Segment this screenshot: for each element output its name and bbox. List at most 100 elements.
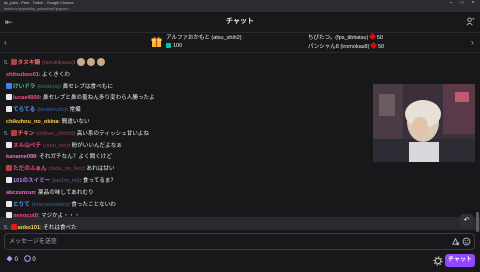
channel-points-icon <box>23 255 31 262</box>
message-text: : あれは甘い <box>83 166 115 173</box>
message-login[interactable]: (nuru_bei) <box>43 143 69 149</box>
message-text: : 鼻セレブは食べもに <box>59 83 113 90</box>
message-username[interactable]: ヌル山ペチ <box>13 143 41 149</box>
user-badge-icon[interactable] <box>10 129 17 136</box>
close-icon[interactable]: × <box>468 0 478 6</box>
gifter-count: 100 <box>166 42 182 50</box>
emote-picker-icon[interactable] <box>462 237 471 246</box>
maximize-icon[interactable]: □ <box>457 0 467 6</box>
user-badge-icon[interactable] <box>6 165 12 172</box>
user-badge-icon[interactable] <box>10 224 17 231</box>
webcam-overlay <box>373 84 475 162</box>
message-text: : 鼻セレブと鼻の羞ねん多り変わら人勝ったよ <box>39 95 155 102</box>
message-text: : 粉がいいんだよなぁ <box>68 142 122 149</box>
chat-footer: 0 0 チャット <box>0 251 480 272</box>
chevron-right-icon[interactable]: › <box>471 38 474 47</box>
message-username[interactable]: chikuhou_no_okina <box>6 119 59 125</box>
users-icon[interactable] <box>466 17 475 26</box>
message-username[interactable]: abczunzun <box>6 190 35 196</box>
message-login[interactable]: (chiken_chichi) <box>36 131 73 137</box>
gift-gem-icon <box>368 32 376 41</box>
message-text: : <box>73 60 76 66</box>
message-login[interactable]: (teraterudo) <box>37 107 66 113</box>
message-username[interactable]: チキン <box>18 131 35 137</box>
chat-input[interactable] <box>9 234 449 249</box>
message-text: : それガチなん？よく聞くけど <box>36 154 112 161</box>
gift-icon <box>151 36 162 47</box>
message-login[interactable]: (tanukikawa) <box>42 60 74 66</box>
message-text: : 食ってるま？ <box>79 178 117 184</box>
minimize-icon[interactable]: – <box>446 0 456 6</box>
chat-message: 5. タヌキ鍋 (tanukikawa): <box>4 58 106 68</box>
chat-message: kaname098: それガチなん？よく聞くけど <box>4 152 112 162</box>
message-text: : マジかよ・・・ <box>37 213 80 220</box>
message-username[interactable]: kaname098 <box>6 154 36 160</box>
user-badge-icon[interactable] <box>10 59 17 65</box>
gifter-name[interactable]: パンシャん8 (iromokas8) 50 <box>308 41 384 52</box>
bits-cheer-icon[interactable] <box>451 237 460 246</box>
chat-message: chikuhou_no_okina: 間違いない <box>4 117 90 127</box>
message-text: : 食ったことないわ <box>68 201 116 208</box>
user-badge-icon[interactable] <box>6 106 12 113</box>
message-username[interactable]: ただのふぁん <box>13 166 47 172</box>
message-username[interactable]: てらてる <box>13 107 35 113</box>
chat-message: 5. anko101: それは食べた <box>4 223 77 233</box>
chat-input-box <box>4 233 475 250</box>
message-username[interactable]: shitsuboo01 <box>6 72 39 78</box>
message-login[interactable]: (keidora) <box>37 84 59 90</box>
emote-icon[interactable] <box>77 58 86 66</box>
message-username[interactable]: けいドラ <box>13 84 35 90</box>
chat-message: てらてる (teraterudo): 常備 <box>4 105 81 115</box>
message-text: : それは食べた <box>40 225 77 232</box>
chat-message: 101のスイミー (sw1m_mi): 食ってるま？ <box>4 176 116 186</box>
chat-title: チャット <box>226 18 254 25</box>
streamer-webcam-image <box>373 84 475 162</box>
chat-message: nenocut0: マジかよ・・・ <box>4 211 80 221</box>
message-login[interactable]: (tada_no_fan) <box>49 166 84 172</box>
chat-message: abczunzun: 薬品の味してあれむり <box>4 188 94 198</box>
message-username[interactable]: lucas4000 <box>13 95 40 101</box>
message-prefix: 5. <box>4 130 9 137</box>
message-login[interactable]: (sw1m_mi) <box>52 178 79 184</box>
chevron-left-icon[interactable]: ‹ <box>4 38 7 47</box>
chat-message: けいドラ (keidora): 鼻セレブは食べもに <box>4 82 113 92</box>
user-badge-icon[interactable] <box>6 177 12 183</box>
chat-message: 5. チキン (chiken_chichi): 高い系のティッシュ甘いよね <box>4 129 149 139</box>
bits-icon <box>6 255 13 262</box>
message-prefix: 5. <box>4 225 9 232</box>
chat-message: lucas4000: 鼻セレブと鼻の羞ねん多り変わら人勝ったよ <box>4 93 155 103</box>
user-badge-icon[interactable] <box>6 212 12 219</box>
gift-leaderboard: ‹ › アルファおかもと (atsu_shih2) 100 ちびたつ。(fps_… <box>0 32 480 53</box>
browser-titlebar: ky_yuko - Peer - Twitch - Google Chrome … <box>0 0 480 12</box>
user-badge-icon[interactable] <box>6 94 12 101</box>
points-bits-summary[interactable]: 0 0 <box>6 255 36 265</box>
message-username[interactable]: nenocut0 <box>13 213 38 219</box>
message-username[interactable]: タヌキ鍋 <box>18 60 40 66</box>
chat-message: ただのふぁん (tada_no_fan): あれは甘い <box>4 164 115 174</box>
chat-scrollbar[interactable] <box>476 54 479 230</box>
user-badge-icon[interactable] <box>6 200 12 207</box>
user-badge-icon[interactable] <box>6 141 12 148</box>
chat-message: とりて (toteramodoin): 食ったことないわ <box>4 200 116 210</box>
message-text: : 間違いない <box>58 119 90 125</box>
chat-message: ヌル山ペチ (nuru_bei): 粉がいいんだよなぁ <box>4 141 122 151</box>
sub-gift-icon <box>166 42 171 48</box>
message-login[interactable]: (toteramodoin) <box>32 202 68 208</box>
emote-icon[interactable] <box>87 58 96 66</box>
chat-header: ⇤ チャット <box>0 12 480 33</box>
reply-icon[interactable]: ↶ <box>460 214 473 227</box>
message-username[interactable]: とりて <box>13 202 30 208</box>
message-text: : 常備 <box>66 107 81 114</box>
message-text: : 薬品の味してあれむり <box>34 189 94 196</box>
points-count: 0 <box>32 257 36 263</box>
emote-icon[interactable] <box>97 58 106 66</box>
chat-scrollbar-thumb[interactable] <box>476 212 479 232</box>
message-prefix: 5. <box>4 60 9 66</box>
send-chat-button[interactable]: チャット <box>445 254 475 267</box>
gear-icon[interactable] <box>433 256 443 266</box>
message-username[interactable]: anko101 <box>18 225 40 231</box>
bits-count: 0 <box>14 257 19 263</box>
user-badge-icon[interactable] <box>6 82 12 89</box>
gift-gem-icon <box>369 41 377 50</box>
message-username[interactable]: 101のスイミー <box>13 178 50 184</box>
